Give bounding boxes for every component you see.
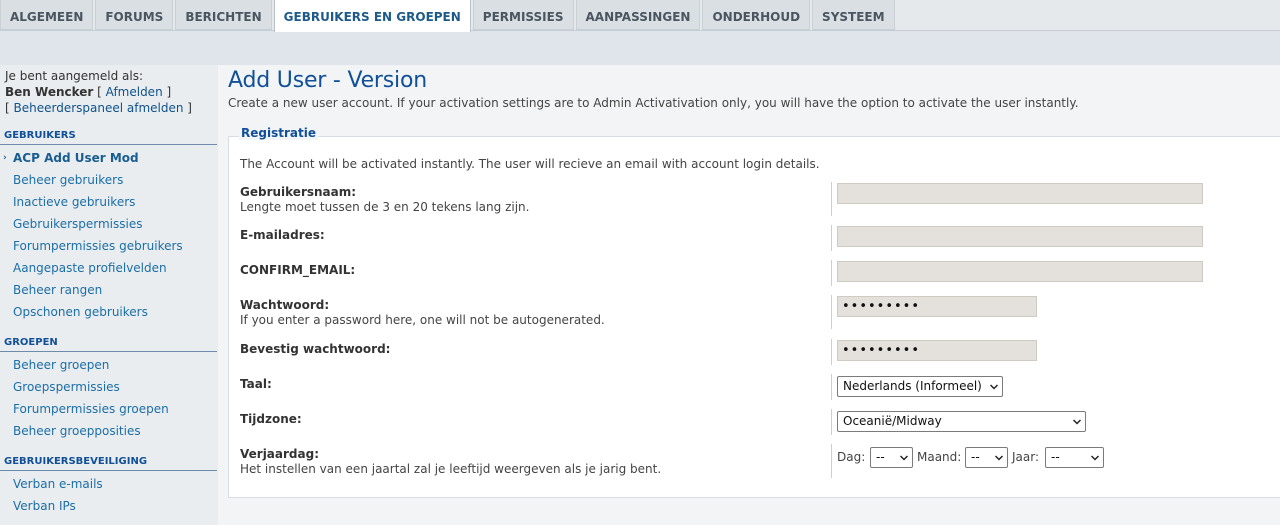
sidebar-item-aangepaste-profielvelden[interactable]: Aangepaste profielvelden	[0, 257, 218, 279]
timezone-label: Tijdzone:	[240, 412, 302, 426]
timezone-select[interactable]: Oceanië/Midway	[837, 411, 1086, 432]
birthday-day-select[interactable]: --	[870, 447, 913, 468]
password-input[interactable]: •••••••••	[837, 296, 1037, 317]
sidebar-item-gebruikerspermissies[interactable]: Gebruikerspermissies	[0, 213, 218, 235]
menu-section-gebruikersbeveiliging: GEBRUIKERSBEVEILIGING Verban e-mails Ver…	[0, 454, 218, 517]
timezone-row: Tijdzone: Oceanië/Midway	[229, 409, 1280, 438]
password-confirm-label: Bevestig wachtwoord:	[240, 342, 391, 356]
logout-link[interactable]: Afmelden	[106, 85, 163, 99]
row-divider	[831, 409, 832, 435]
password-row: Wachtwoord: If you enter a password here…	[229, 295, 1280, 332]
password-label: Wachtwoord:	[240, 298, 330, 312]
menu-section-gebruikers: GEBRUIKERS › ACP Add User Mod Beheer geb…	[0, 128, 218, 323]
birthday-month-label: Maand:	[917, 450, 962, 464]
chevron-down-icon	[990, 384, 998, 390]
registration-fieldset: Registratie The Account will be activate…	[228, 126, 1280, 498]
password-confirm-input[interactable]: •••••••••	[837, 340, 1037, 361]
menu-heading-gebruikersbeveiliging: GEBRUIKERSBEVEILIGING	[0, 454, 217, 471]
page-title: Add User - Version	[228, 68, 427, 93]
tab-onderhoud[interactable]: ONDERHOUD	[702, 0, 811, 30]
email-label: E-mailadres:	[240, 228, 325, 242]
sidebar-item-beheer-gebruikers[interactable]: Beheer gebruikers	[0, 169, 218, 191]
page-description: Create a new user account. If your activ…	[228, 96, 1079, 110]
row-divider	[831, 444, 832, 478]
username-explain: Lengte moet tussen de 3 en 20 tekens lan…	[240, 200, 530, 214]
logged-in-as-label: Je bent aangemeld als:	[5, 69, 143, 83]
birthday-label: Verjaardag:	[240, 447, 319, 461]
tab-permissies[interactable]: PERMISSIES	[472, 0, 574, 30]
birthday-month-select[interactable]: --	[965, 447, 1008, 468]
birthday-row: Verjaardag: Het instellen van een jaarta…	[229, 444, 1280, 481]
sidebar-item-verban-e-mails[interactable]: Verban e-mails	[0, 473, 218, 495]
birthday-year-select[interactable]: --	[1045, 447, 1104, 468]
email-row: E-mailadres:	[229, 225, 1280, 254]
sidebar-item-groepspermissies[interactable]: Groepspermissies	[0, 376, 218, 398]
username: Ben Wencker	[5, 85, 94, 99]
sidebar-item-beheer-rangen[interactable]: Beheer rangen	[0, 279, 218, 301]
row-divider	[831, 182, 832, 216]
row-divider	[831, 295, 832, 329]
language-selected-value: Nederlands (Informeel)	[843, 379, 982, 393]
sidebar-item-forumpermissies-groepen[interactable]: Forumpermissies groepen	[0, 398, 218, 420]
sidebar-item-inactieve-gebruikers[interactable]: Inactieve gebruikers	[0, 191, 218, 213]
main-tab-bar: ALGEMEEN FORUMS BERICHTEN GEBRUIKERS EN …	[0, 0, 1280, 32]
activation-note: The Account will be activated instantly.…	[240, 157, 820, 171]
language-select[interactable]: Nederlands (Informeel)	[837, 376, 1003, 397]
sidebar-item-acp-add-user-mod[interactable]: › ACP Add User Mod	[0, 147, 218, 169]
admin-logout-link[interactable]: Beheerderspaneel afmelden	[14, 101, 184, 115]
current-arrow-icon: ›	[3, 153, 7, 163]
confirm-email-row: CONFIRM_EMAIL:	[229, 260, 1280, 289]
confirm-email-input[interactable]	[837, 261, 1203, 282]
sidebar-item-verban-ips[interactable]: Verban IPs	[0, 495, 218, 517]
birthday-explain: Het instellen van een jaartal zal je lee…	[240, 462, 662, 476]
chevron-down-icon	[1091, 455, 1099, 461]
tab-algemeen[interactable]: ALGEMEEN	[0, 0, 94, 30]
row-divider	[831, 339, 832, 365]
password-confirm-row: Bevestig wachtwoord: •••••••••	[229, 339, 1280, 368]
row-divider	[831, 260, 832, 286]
fieldset-legend: Registratie	[239, 126, 318, 140]
timezone-selected-value: Oceanië/Midway	[843, 414, 942, 428]
menu-section-groepen: GROEPEN Beheer groepen Groepspermissies …	[0, 335, 218, 442]
login-info: Je bent aangemeld als: Ben Wencker [ Afm…	[0, 65, 218, 116]
tab-aanpassingen[interactable]: AANPASSINGEN	[575, 0, 701, 30]
birthday-year-label: Jaar:	[1012, 450, 1040, 464]
menu-heading-gebruikers: GEBRUIKERS	[0, 128, 217, 145]
menu-heading-groepen: GROEPEN	[0, 335, 217, 352]
tab-gebruikers-en-groepen[interactable]: GEBRUIKERS EN GROEPEN	[273, 0, 471, 32]
confirm-email-label: CONFIRM_EMAIL:	[240, 263, 356, 277]
tab-systeem[interactable]: SYSTEEM	[812, 0, 895, 30]
sidebar: Je bent aangemeld als: Ben Wencker [ Afm…	[0, 65, 218, 525]
email-input[interactable]	[837, 226, 1203, 247]
username-label: Gebruikersnaam:	[240, 185, 357, 199]
sidebar-item-forumpermissies-gebruikers[interactable]: Forumpermissies gebruikers	[0, 235, 218, 257]
password-explain: If you enter a password here, one will n…	[240, 313, 605, 327]
username-row: Gebruikersnaam: Lengte moet tussen de 3 …	[229, 182, 1280, 219]
sidebar-item-opschonen-gebruikers[interactable]: Opschonen gebruikers	[0, 301, 218, 323]
sidebar-item-beheer-groepposities[interactable]: Beheer groepposities	[0, 420, 218, 442]
chevron-down-icon	[900, 455, 908, 461]
birthday-day-label: Dag:	[837, 450, 866, 464]
row-divider	[831, 374, 832, 400]
chevron-down-icon	[995, 455, 1003, 461]
username-input[interactable]	[837, 183, 1203, 204]
chevron-down-icon	[1073, 419, 1081, 425]
tab-berichten[interactable]: BERICHTEN	[175, 0, 272, 30]
tab-forums[interactable]: FORUMS	[95, 0, 174, 30]
language-label: Taal:	[240, 377, 272, 391]
language-row: Taal: Nederlands (Informeel)	[229, 374, 1280, 403]
row-divider	[831, 225, 832, 251]
main-content: Add User - Version Create a new user acc…	[218, 65, 1280, 525]
sidebar-item-beheer-groepen[interactable]: Beheer groepen	[0, 354, 218, 376]
